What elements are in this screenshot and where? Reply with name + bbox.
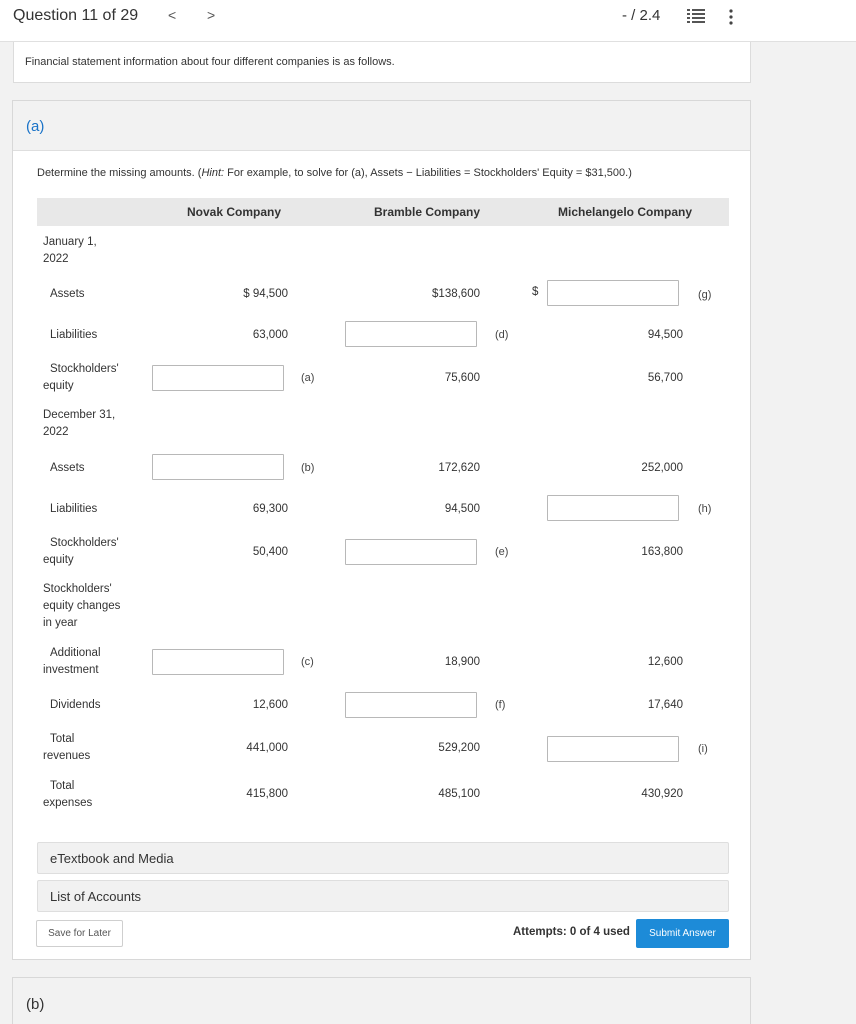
letter-d: (d) bbox=[495, 329, 509, 341]
answer-input-g[interactable] bbox=[547, 280, 679, 306]
letter-g: (g) bbox=[698, 289, 712, 301]
bramble-assets-dec-value: 172,620 bbox=[438, 462, 480, 474]
answer-input-h[interactable] bbox=[547, 495, 679, 521]
answer-input-i[interactable] bbox=[547, 736, 679, 762]
list-of-accounts-label: List of Accounts bbox=[50, 889, 142, 904]
answer-input-d[interactable] bbox=[345, 321, 477, 347]
michelangelo-equity-value: 56,700 bbox=[647, 372, 683, 384]
novak-liabilities-value: 63,000 bbox=[252, 329, 288, 341]
etextbook-label: eTextbook and Media bbox=[50, 851, 174, 866]
question-counter: Question 11 of 29 bbox=[13, 7, 139, 24]
novak-equity-dec-value: 50,400 bbox=[252, 546, 288, 558]
bramble-additional-investment-value: 18,900 bbox=[444, 656, 480, 668]
section-label-equity-changes: Stockholders' equity changes in year bbox=[43, 583, 121, 629]
michelangelo-expenses-value: 430,920 bbox=[641, 788, 683, 800]
michelangelo-assets-dec-value: 252,000 bbox=[641, 462, 683, 474]
letter-b: (b) bbox=[301, 462, 315, 474]
michelangelo-additional-investment-value: 12,600 bbox=[647, 656, 683, 668]
bramble-expenses-value: 485,100 bbox=[438, 788, 480, 800]
answer-input-f[interactable] bbox=[345, 692, 477, 718]
bramble-assets-value: $138,600 bbox=[432, 288, 480, 300]
letter-c: (c) bbox=[301, 656, 314, 668]
save-for-later-button[interactable]: Save for Later bbox=[36, 920, 123, 947]
score-display: - / 2.4 bbox=[622, 7, 661, 24]
row-label-stockholders-equity: Stockholders' equity bbox=[43, 363, 119, 392]
attempts-counter: Attempts: 0 of 4 used bbox=[513, 926, 630, 938]
novak-expenses-value: 415,800 bbox=[246, 788, 288, 800]
col-header-novak: Novak Company bbox=[187, 205, 282, 219]
save-for-later-label: Save for Later bbox=[48, 928, 111, 939]
intro-card: Financial statement information about fo… bbox=[13, 42, 751, 83]
novak-revenues-value: 441,000 bbox=[246, 742, 288, 754]
bramble-liabilities-dec-value: 94,500 bbox=[444, 503, 480, 515]
answer-input-a[interactable] bbox=[152, 365, 284, 391]
novak-assets-value: $ 94,500 bbox=[243, 288, 288, 300]
row-label-liabilities-dec: Liabilities bbox=[50, 503, 98, 515]
row-label-additional-investment: Additional investment bbox=[43, 647, 101, 676]
part-a-header: (a) bbox=[13, 101, 750, 151]
section-label-dec: December 31, 2022 bbox=[43, 409, 116, 438]
row-label-assets-dec: Assets bbox=[50, 462, 85, 474]
letter-a: (a) bbox=[301, 372, 315, 384]
question-list-icon[interactable] bbox=[687, 8, 705, 24]
letter-i: (i) bbox=[698, 743, 708, 755]
letter-h: (h) bbox=[698, 503, 712, 515]
part-b-header[interactable]: (b) bbox=[12, 977, 751, 1024]
row-label-total-revenues: Total revenues bbox=[43, 733, 91, 762]
bramble-revenues-value: 529,200 bbox=[438, 742, 480, 754]
michelangelo-liabilities-value: 94,500 bbox=[647, 329, 683, 341]
michelangelo-dividends-value: 17,640 bbox=[647, 699, 683, 711]
part-a-card: (a) Determine the missing amounts. (Hint… bbox=[12, 100, 751, 960]
previous-question-button[interactable]: < bbox=[168, 7, 176, 23]
instruction-text: Determine the missing amounts. (Hint: Fo… bbox=[37, 167, 632, 179]
row-label-liabilities: Liabilities bbox=[50, 329, 98, 341]
novak-liabilities-dec-value: 69,300 bbox=[252, 503, 288, 515]
col-header-bramble: Bramble Company bbox=[374, 205, 481, 219]
novak-dividends-value: 12,600 bbox=[252, 699, 288, 711]
row-label-stockholders-equity-dec: Stockholders' equity bbox=[43, 537, 119, 566]
michelangelo-dollar-sign: $ bbox=[532, 286, 539, 298]
part-b-label: (b) bbox=[26, 996, 45, 1013]
michelangelo-equity-dec-value: 163,800 bbox=[641, 546, 683, 558]
answer-input-e[interactable] bbox=[345, 539, 477, 565]
section-label-jan: January 1, 2022 bbox=[43, 236, 97, 265]
table-header: Novak Company Bramble Company Michelange… bbox=[37, 198, 729, 226]
col-header-michelangelo: Michelangelo Company bbox=[558, 205, 693, 219]
row-label-dividends: Dividends bbox=[50, 699, 101, 711]
answer-input-b[interactable] bbox=[152, 454, 284, 480]
part-a-label: (a) bbox=[26, 118, 45, 135]
letter-e: (e) bbox=[495, 546, 509, 558]
submit-answer-button[interactable]: Submit Answer bbox=[636, 919, 729, 948]
submit-answer-label: Submit Answer bbox=[649, 928, 716, 939]
intro-text: Financial statement information about fo… bbox=[25, 56, 395, 68]
row-label-assets: Assets bbox=[50, 288, 85, 300]
list-of-accounts-button[interactable]: List of Accounts bbox=[37, 880, 729, 912]
more-options-icon[interactable] bbox=[727, 8, 735, 26]
bramble-equity-value: 75,600 bbox=[444, 372, 480, 384]
top-bar: Question 11 of 29 < > - / 2.4 bbox=[0, 0, 856, 42]
letter-f: (f) bbox=[495, 699, 506, 711]
etextbook-media-button[interactable]: eTextbook and Media bbox=[37, 842, 729, 874]
answer-input-c[interactable] bbox=[152, 649, 284, 675]
next-question-button[interactable]: > bbox=[207, 7, 215, 23]
row-label-total-expenses: Total expenses bbox=[43, 780, 93, 809]
